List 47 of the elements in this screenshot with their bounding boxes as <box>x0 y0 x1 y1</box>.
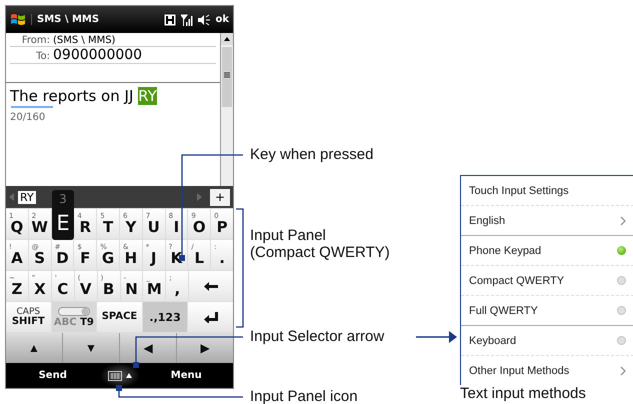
menu-item[interactable]: Phone Keypad <box>461 236 633 266</box>
menu-item[interactable]: Full QWERTY <box>461 296 633 326</box>
chevron-icon <box>620 366 626 376</box>
ok-button[interactable]: ok <box>215 14 229 25</box>
add-word-button[interactable]: + <box>210 188 230 206</box>
message-text[interactable]: The reports on JJ RY <box>10 87 216 105</box>
function-key[interactable]: SPACE <box>97 302 142 332</box>
menu-item[interactable]: Keyboard <box>461 326 633 356</box>
scrollbar[interactable] <box>220 33 233 186</box>
selector-arrow-icon[interactable] <box>126 373 132 378</box>
chevron-icon <box>620 216 626 226</box>
windows-logo-icon <box>10 12 26 26</box>
menu-item[interactable]: English <box>461 206 633 236</box>
key-number: 3 <box>59 193 67 205</box>
keyboard-icon[interactable] <box>108 370 122 380</box>
arrow-key[interactable]: ▲ <box>6 333 62 363</box>
backspace-key[interactable] <box>189 271 234 301</box>
menu-item[interactable]: Other Input Methods <box>461 356 633 385</box>
menu-item[interactable]: Compact QWERTY <box>461 266 633 296</box>
field-label: From: <box>20 35 50 46</box>
sender-field[interactable]: (SMS \ MMS) <box>53 35 116 46</box>
backspace-icon <box>204 282 218 290</box>
field-label: To: <box>35 51 50 62</box>
enter-key[interactable] <box>188 302 233 332</box>
window-title: SMS \ MMS <box>31 14 160 25</box>
speaker-icon <box>198 14 210 26</box>
candidate-word[interactable]: RY <box>18 190 36 204</box>
callout-label: Input Panel icon <box>250 388 358 404</box>
function-key[interactable]: CAPS SHIFT <box>6 302 51 332</box>
t9-toggle[interactable]: ABC T9 <box>52 302 96 332</box>
callout-label: Input Panel (Compact QWERTY) <box>250 227 390 261</box>
recipient-field[interactable]: 0900000000 <box>53 47 142 63</box>
arrow-key[interactable]: ▶ <box>177 333 233 363</box>
arrow-key[interactable]: ◀ <box>120 333 176 363</box>
signal-icon <box>181 14 194 26</box>
send-softkey[interactable]: Send <box>6 369 100 382</box>
settings-title: Touch Input Settings <box>461 176 633 206</box>
key-letter: E <box>56 213 70 234</box>
symbols-key[interactable]: .,123 <box>142 302 188 332</box>
figure-caption: Text input methods <box>460 385 586 402</box>
character-counter: 20/160 <box>10 112 46 123</box>
menu-softkey[interactable]: Menu <box>140 369 233 382</box>
arrow-key[interactable]: ▼ <box>63 333 119 363</box>
enter-icon <box>204 312 218 322</box>
callout-label: Key when pressed <box>250 146 374 163</box>
switch-icon <box>58 306 90 316</box>
callout-label: Input Selector arrow <box>250 328 384 345</box>
